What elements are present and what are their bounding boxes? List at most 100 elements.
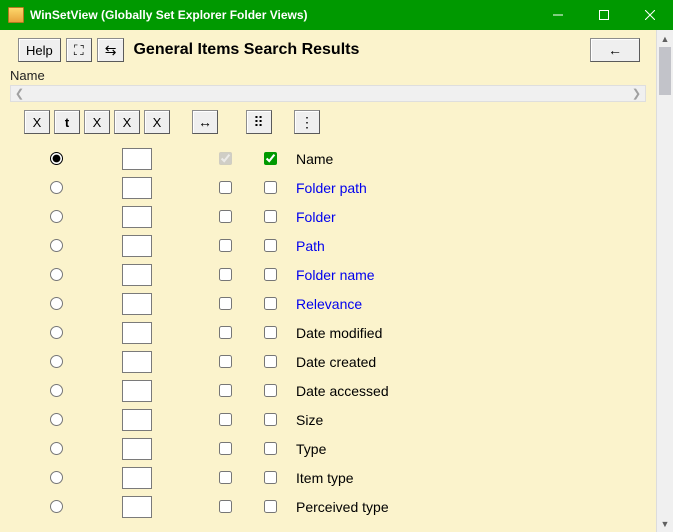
back-button[interactable]: ← [590,38,640,62]
app-icon [8,7,24,23]
back-arrow-icon: ← [608,43,622,57]
swap-button[interactable]: ⇆ [97,38,125,62]
row-width-input[interactable] [122,206,152,228]
row-checkbox-2[interactable] [264,355,277,368]
strip-button-x4[interactable]: X [114,110,140,134]
strip-button-more[interactable]: ⋮ [294,110,320,134]
row-label: Date modified [290,325,646,341]
scroll-down-arrow-icon[interactable]: ▼ [657,515,673,532]
row-width-input[interactable] [122,177,152,199]
row-label: Date accessed [290,383,646,399]
strip-button-x5[interactable]: X [144,110,170,134]
row-width-input[interactable] [122,264,152,286]
row-radio[interactable] [50,181,63,194]
property-row: Name [10,144,646,173]
row-radio[interactable] [50,413,63,426]
row-radio[interactable] [50,297,63,310]
row-width-input[interactable] [122,438,152,460]
row-radio[interactable] [50,326,63,339]
maximize-button[interactable] [581,0,627,30]
row-width-input[interactable] [122,235,152,257]
strip-button-grid[interactable]: ⠿ [246,110,272,134]
row-checkbox-2[interactable] [264,210,277,223]
row-checkbox-1 [219,152,232,165]
row-checkbox-1[interactable] [219,268,232,281]
scroll-up-arrow-icon[interactable]: ▲ [657,30,673,47]
property-row: Date accessed [10,376,646,405]
row-checkbox-1[interactable] [219,442,232,455]
row-checkbox-2[interactable] [264,500,277,513]
row-checkbox-1[interactable] [219,471,232,484]
row-checkbox-2[interactable] [264,181,277,194]
row-checkbox-2[interactable] [264,471,277,484]
scroll-thumb[interactable] [659,47,671,95]
strip-button-x1[interactable]: X [24,110,50,134]
minimize-button[interactable] [535,0,581,30]
row-label: Item type [290,470,646,486]
property-rows: Name Folder path Folder Path Folder name Rele… [0,144,656,521]
strip-button-x3[interactable]: X [84,110,110,134]
row-width-input[interactable] [122,351,152,373]
row-radio[interactable] [50,500,63,513]
client-area: Help ⛶ ⇆ General Items Search Results ← … [0,30,673,532]
row-label[interactable]: Folder name [290,267,646,283]
row-checkbox-2[interactable] [264,239,277,252]
row-label[interactable]: Path [290,238,646,254]
grid-dots-icon: ⠿ [253,115,264,129]
row-width-input[interactable] [122,380,152,402]
row-label: Name [290,151,646,167]
row-checkbox-2[interactable] [264,268,277,281]
property-row: Size [10,405,646,434]
row-checkbox-2[interactable] [264,152,277,165]
property-row: Date created [10,347,646,376]
row-label[interactable]: Folder path [290,180,646,196]
row-width-input[interactable] [122,322,152,344]
help-button[interactable]: Help [18,38,61,62]
row-label: Size [290,412,646,428]
row-radio[interactable] [50,268,63,281]
scroll-left-arrow-icon[interactable]: ❮ [11,86,28,101]
row-radio[interactable] [50,210,63,223]
titlebar[interactable]: WinSetView (Globally Set Explorer Folder… [0,0,673,30]
row-width-input[interactable] [122,293,152,315]
row-checkbox-1[interactable] [219,239,232,252]
row-checkbox-2[interactable] [264,297,277,310]
row-checkbox-1[interactable] [219,355,232,368]
row-width-input[interactable] [122,496,152,518]
row-width-input[interactable] [122,467,152,489]
row-checkbox-2[interactable] [264,413,277,426]
strip-button-t[interactable]: t [54,110,80,134]
row-radio[interactable] [50,355,63,368]
close-button[interactable] [627,0,673,30]
row-checkbox-2[interactable] [264,384,277,397]
property-row: Type [10,434,646,463]
strip-button-width[interactable]: ↔ [192,110,218,134]
row-width-input[interactable] [122,148,152,170]
row-checkbox-1[interactable] [219,210,232,223]
row-checkbox-1[interactable] [219,181,232,194]
column-header-name: Name [0,66,656,83]
swap-icon: ⇆ [105,43,117,57]
property-row: Folder path [10,173,646,202]
row-label[interactable]: Relevance [290,296,646,312]
row-label[interactable]: Folder [290,209,646,225]
row-radio[interactable] [50,239,63,252]
row-checkbox-1[interactable] [219,297,232,310]
row-checkbox-1[interactable] [219,326,232,339]
row-radio[interactable] [50,442,63,455]
horizontal-scrollbar[interactable]: ❮ ❯ [10,85,646,102]
property-row: Path [10,231,646,260]
row-radio[interactable] [50,471,63,484]
row-radio[interactable] [50,152,63,165]
row-checkbox-1[interactable] [219,500,232,513]
vertical-scrollbar[interactable]: ▲ ▼ [656,30,673,532]
row-checkbox-2[interactable] [264,326,277,339]
scroll-right-arrow-icon[interactable]: ❯ [628,86,645,101]
fullscreen-button[interactable]: ⛶ [66,38,92,62]
row-width-input[interactable] [122,409,152,431]
row-radio[interactable] [50,384,63,397]
row-checkbox-2[interactable] [264,442,277,455]
row-checkbox-1[interactable] [219,384,232,397]
property-row: Date modified [10,318,646,347]
row-checkbox-1[interactable] [219,413,232,426]
